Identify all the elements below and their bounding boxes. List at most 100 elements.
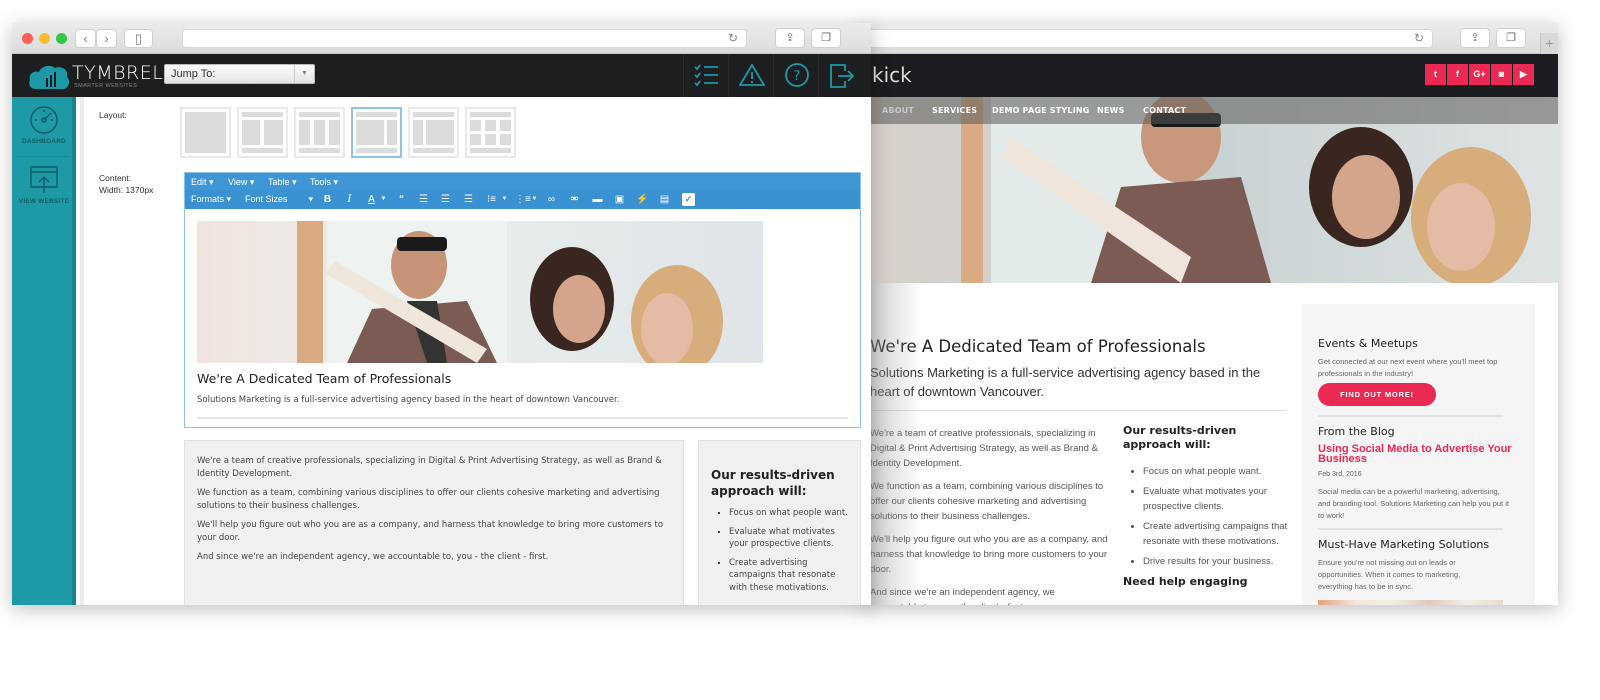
sidebar-label: VIEW WEBSITE xyxy=(18,198,70,205)
list-item: Create advertising campaigns that resona… xyxy=(729,557,850,595)
jump-to-select[interactable]: Jump To: ▼ xyxy=(164,64,315,84)
sidebar-item-dashboard[interactable]: DASHBOARD xyxy=(12,105,76,145)
reload-icon[interactable]: ↻ xyxy=(728,31,738,45)
browser-toolbar: ↻ ⇪ ❐ + xyxy=(861,23,1558,54)
cms-browser-window: ‹ › ▯ ↻ ⇪ ❐ TYMBREL SMARTER WEBSITES Jum… xyxy=(12,23,871,605)
google-plus-icon[interactable]: G+ xyxy=(1469,64,1490,85)
engage-heading: Need help engaging xyxy=(1123,575,1248,588)
bullet-list-icon[interactable]: ⁝≡ xyxy=(485,193,498,206)
layout-option-full-width[interactable] xyxy=(180,107,231,158)
logout-button[interactable] xyxy=(818,54,863,97)
chevron-down-icon[interactable]: ▼ xyxy=(377,193,390,206)
tasks-button[interactable] xyxy=(683,54,728,97)
editor-menubar: Edit ▾ View ▾ Table ▾ Tools ▾ xyxy=(185,173,860,190)
folder-icon[interactable]: ▬ xyxy=(591,193,604,206)
find-out-more-button[interactable]: FIND OUT MORE! xyxy=(1318,383,1436,406)
nav-news[interactable]: NEWS xyxy=(1097,106,1125,115)
media-icon[interactable]: ▤ xyxy=(658,193,671,206)
layout-option-grid[interactable] xyxy=(465,107,516,158)
content-block-side[interactable]: Our results-driven approach will: Focus … xyxy=(698,440,861,605)
menu-edit[interactable]: Edit ▾ xyxy=(191,177,214,188)
share-button[interactable]: ⇪ xyxy=(1460,28,1490,48)
layout-label: Layout: xyxy=(99,110,127,120)
content-block-main[interactable]: We're a team of creative professionals, … xyxy=(184,440,684,605)
editor-heading[interactable]: We're A Dedicated Team of Professionals xyxy=(197,371,451,386)
blog-post-link[interactable]: Using Social Media to Advertise Your Bus… xyxy=(1318,444,1518,465)
jump-to-label: Jump To: xyxy=(171,68,216,80)
tabs-overview-button[interactable]: ❐ xyxy=(811,28,841,48)
divider xyxy=(1318,415,1503,417)
sidebar-label: DASHBOARD xyxy=(21,138,67,145)
nav-demo-page-styling[interactable]: DEMO PAGE STYLING xyxy=(992,106,1090,115)
align-right-icon[interactable]: ☰ xyxy=(462,193,475,206)
paragraph: We're a team of creative professionals, … xyxy=(197,456,662,479)
font-sizes-dropdown[interactable]: Font Sizes ▾ xyxy=(245,194,313,204)
nav-contact[interactable]: CONTACT xyxy=(1143,106,1186,115)
site-lead: Solutions Marketing is a full-service ad… xyxy=(870,365,1261,399)
solutions-thumbnail xyxy=(1318,600,1503,605)
paragraph: We function as a team, combining various… xyxy=(197,488,660,511)
link-icon[interactable]: ∞ xyxy=(545,193,558,206)
bold-icon[interactable]: B xyxy=(321,193,334,206)
facebook-icon[interactable]: f xyxy=(1447,64,1468,85)
address-bar[interactable]: ↻ xyxy=(182,29,747,48)
italic-icon[interactable]: I xyxy=(343,193,356,206)
help-button[interactable]: ? xyxy=(773,54,818,97)
numbered-list-icon[interactable]: ⋮≡ xyxy=(515,193,531,206)
menu-view[interactable]: View ▾ xyxy=(228,177,254,188)
nav-services[interactable]: SERVICES xyxy=(932,106,977,115)
chevron-down-icon[interactable]: ▼ xyxy=(528,193,541,206)
rich-text-editor: Edit ▾ View ▾ Table ▾ Tools ▾ Formats ▾ … xyxy=(184,172,861,428)
hero-photo xyxy=(861,97,1558,283)
paragraph: We'll help you figure out who you are as… xyxy=(197,520,664,543)
magic-wand-icon[interactable]: ⚡ xyxy=(636,193,649,206)
cms-main-panel: Layout: Content: Width: 1370px Edit ▾ Vi… xyxy=(80,97,871,605)
align-left-icon[interactable]: ☰ xyxy=(417,193,430,206)
nav-about[interactable]: ABOUT xyxy=(882,106,914,115)
team-photo[interactable] xyxy=(197,221,763,363)
layout-option-sidebar-main[interactable] xyxy=(408,107,459,158)
image-icon[interactable]: ▣ xyxy=(613,193,626,206)
hero-image: ABOUT SERVICES DEMO PAGE STYLING NEWS CO… xyxy=(861,97,1558,283)
tabs-overview-button[interactable]: ❐ xyxy=(1496,28,1526,48)
back-button[interactable]: ‹ xyxy=(75,29,96,48)
maximize-window-button[interactable] xyxy=(56,33,67,44)
sidebar-item-view-website[interactable]: VIEW WEBSITE xyxy=(12,165,76,205)
checkbox-icon[interactable]: ✓ xyxy=(682,193,695,206)
formats-dropdown[interactable]: Formats ▾ xyxy=(191,194,231,205)
unlink-icon[interactable]: ⚮ xyxy=(568,193,581,206)
list-item: Create advertising campaigns that resona… xyxy=(1143,519,1293,549)
layout-option-main-sidebar[interactable] xyxy=(351,107,402,158)
solutions-text: Ensure you're not missing out on leads o… xyxy=(1318,558,1461,591)
share-button[interactable]: ⇪ xyxy=(775,28,805,48)
website-browser-window: ↻ ⇪ ❐ + kick t f G+ ◙ ▶ ABOUT SERVICES D… xyxy=(861,23,1558,605)
editor-intro[interactable]: Solutions Marketing is a full-service ad… xyxy=(197,395,619,405)
menu-table[interactable]: Table ▾ xyxy=(268,177,297,188)
reload-icon[interactable]: ↻ xyxy=(1414,31,1424,45)
menu-tools[interactable]: Tools ▾ xyxy=(310,177,338,188)
new-tab-button[interactable]: + xyxy=(1540,33,1558,54)
approach-section: Our results-driven approach will: Focus … xyxy=(1123,424,1293,589)
solutions-heading: Must-Have Marketing Solutions xyxy=(1318,538,1490,551)
tymbrel-logo[interactable]: TYMBREL SMARTER WEBSITES xyxy=(28,60,163,92)
site-logo[interactable]: kick xyxy=(872,63,912,87)
address-bar[interactable]: ↻ xyxy=(861,29,1433,48)
blockquote-icon[interactable]: “ xyxy=(395,193,408,206)
sidebar-toggle-button[interactable]: ▯ xyxy=(124,29,153,48)
chevron-down-icon: ▼ xyxy=(294,65,314,83)
chevron-down-icon[interactable]: ▼ xyxy=(498,193,511,206)
youtube-icon[interactable]: ▶ xyxy=(1513,64,1534,85)
minimize-window-button[interactable] xyxy=(39,33,50,44)
alerts-button[interactable] xyxy=(728,54,773,97)
layout-option-two-column[interactable] xyxy=(237,107,288,158)
forward-button[interactable]: › xyxy=(96,29,117,48)
twitter-icon[interactable]: t xyxy=(1425,64,1446,85)
instagram-icon[interactable]: ◙ xyxy=(1491,64,1512,85)
stage: ↻ ⇪ ❐ + kick t f G+ ◙ ▶ ABOUT SERVICES D… xyxy=(0,0,1600,700)
align-center-icon[interactable]: ☰ xyxy=(439,193,452,206)
layout-option-three-column[interactable] xyxy=(294,107,345,158)
list-item: Focus on what people want. xyxy=(729,507,850,520)
close-window-button[interactable] xyxy=(22,33,33,44)
approach-list: Focus on what people want. Evaluate what… xyxy=(729,507,850,594)
team-photo-image xyxy=(197,221,763,363)
